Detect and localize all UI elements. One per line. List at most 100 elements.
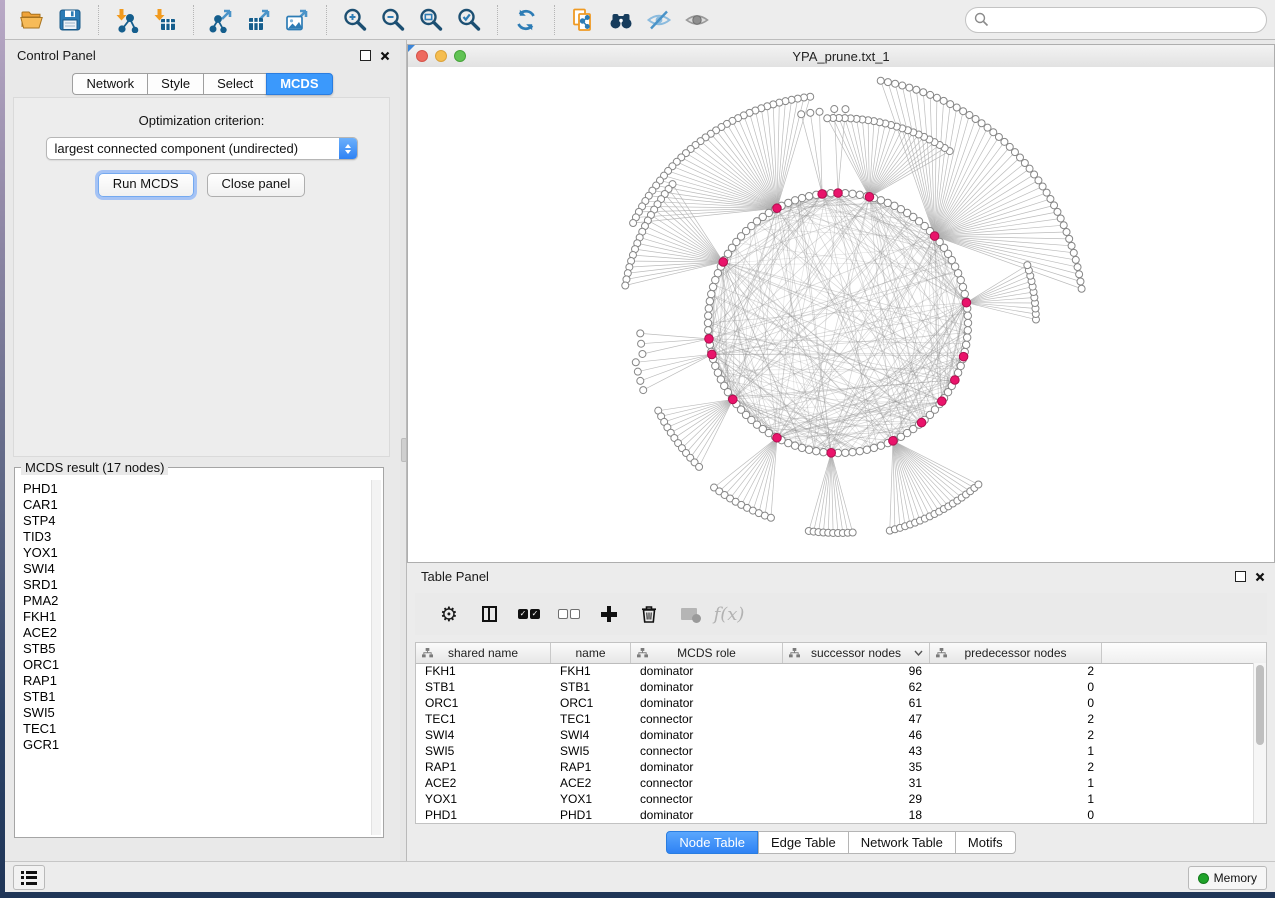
table-row[interactable]: ORC1ORC1dominator610 [416, 695, 1254, 711]
zoom-fit-content-button[interactable] [412, 4, 450, 36]
table-row[interactable]: TEC1TEC1connector472 [416, 711, 1254, 727]
mcds-result-item[interactable]: STB5 [23, 641, 371, 657]
cell-shared-name: TEC1 [416, 712, 551, 726]
tab-motifs[interactable]: Motifs [955, 831, 1016, 854]
mcds-result-scrollbar[interactable] [371, 480, 381, 835]
cell-shared-name: RAP1 [416, 760, 551, 774]
memory-status-icon [1198, 873, 1209, 884]
memory-label: Memory [1214, 871, 1257, 885]
toolbar-separator [326, 5, 327, 35]
table-row[interactable]: FKH1FKH1dominator962 [416, 663, 1254, 679]
close-table-panel-icon[interactable] [1255, 572, 1265, 582]
mcds-result-item[interactable]: PMA2 [23, 593, 371, 609]
columns-icon [482, 606, 497, 622]
vertical-splitter[interactable] [400, 40, 407, 862]
table-scrollbar[interactable] [1253, 663, 1266, 823]
tab-select[interactable]: Select [203, 73, 266, 95]
mcds-result-item[interactable]: SWI5 [23, 705, 371, 721]
add-row-button[interactable] [589, 597, 629, 631]
table-row[interactable]: ACE2ACE2connector311 [416, 775, 1254, 791]
column-header-predecessor-nodes[interactable]: predecessor nodes [930, 643, 1102, 663]
table-row[interactable]: PHD1PHD1dominator180 [416, 807, 1254, 823]
open-file-button[interactable] [13, 4, 51, 36]
column-header-MCDS-role[interactable]: MCDS role [631, 643, 783, 663]
find-button[interactable] [602, 4, 640, 36]
cell-shared-name: SWI5 [416, 744, 551, 758]
control-panel-title: Control Panel [17, 48, 96, 63]
mcds-result-item[interactable]: STB1 [23, 689, 371, 705]
column-header-name[interactable]: name [551, 643, 631, 663]
import-table-from-file-button[interactable] [146, 4, 184, 36]
float-table-panel-icon[interactable] [1235, 571, 1246, 582]
mcds-result-item[interactable]: SRD1 [23, 577, 371, 593]
toolbar-separator [98, 5, 99, 35]
settings-gear-button[interactable]: ⚙ [429, 597, 469, 631]
export-network-button[interactable] [203, 4, 241, 36]
search-box[interactable] [965, 7, 1267, 33]
new-network-from-selection-button[interactable] [564, 4, 602, 36]
mcds-result-item[interactable]: PHD1 [23, 481, 371, 497]
function-builder-button[interactable]: f(x) [709, 597, 749, 631]
zoom-out-button[interactable] [374, 4, 412, 36]
mcds-result-item[interactable]: YOX1 [23, 545, 371, 561]
task-history-button[interactable] [13, 865, 45, 890]
table-row[interactable]: RAP1RAP1dominator352 [416, 759, 1254, 775]
gear-icon: ⚙ [440, 604, 458, 624]
mcds-result-item[interactable]: RAP1 [23, 673, 371, 689]
mcds-result-item[interactable]: ORC1 [23, 657, 371, 673]
table-row[interactable]: YOX1YOX1connector291 [416, 791, 1254, 807]
network-graph[interactable] [408, 67, 1274, 562]
save-session-button[interactable] [51, 4, 89, 36]
float-panel-icon[interactable] [360, 50, 371, 61]
cell-predecessor-nodes: 2 [930, 664, 1102, 678]
export-table-button[interactable] [241, 4, 279, 36]
tab-mcds[interactable]: MCDS [266, 73, 332, 95]
table-row[interactable]: SWI4SWI4dominator462 [416, 727, 1254, 743]
import-network-from-file-button[interactable] [108, 4, 146, 36]
network-titlebar[interactable]: YPA_prune.txt_1 [408, 45, 1274, 68]
mcds-result-item[interactable]: CAR1 [23, 497, 371, 513]
mcds-result-item[interactable]: ACE2 [23, 625, 371, 641]
table-row[interactable]: SWI5SWI5connector431 [416, 743, 1254, 759]
mcds-result-item[interactable]: GCR1 [23, 737, 371, 753]
mcds-result-item[interactable]: TEC1 [23, 721, 371, 737]
column-header-shared-name[interactable]: shared name [416, 643, 551, 663]
cell-MCDS-role: dominator [631, 696, 783, 710]
column-layout-button[interactable] [469, 597, 509, 631]
tab-style[interactable]: Style [147, 73, 203, 95]
network-canvas[interactable] [408, 67, 1274, 562]
tab-network[interactable]: Network [72, 73, 147, 95]
delete-row-button[interactable] [629, 597, 669, 631]
show-graphics-details-button[interactable] [678, 4, 716, 36]
run-mcds-button[interactable]: Run MCDS [98, 173, 194, 197]
search-input[interactable] [995, 11, 1258, 28]
mcds-result-item[interactable]: SWI4 [23, 561, 371, 577]
deselect-all-rows-button[interactable] [549, 597, 589, 631]
scrollbar-thumb[interactable] [1256, 665, 1264, 745]
select-all-rows-button[interactable]: ✓✓ [509, 597, 549, 631]
column-header-successor-nodes[interactable]: successor nodes [783, 643, 930, 663]
tab-edge-table[interactable]: Edge Table [758, 831, 848, 854]
mcds-result-item[interactable]: STP4 [23, 513, 371, 529]
tab-node-table[interactable]: Node Table [666, 831, 758, 854]
close-panel-icon[interactable] [380, 51, 390, 61]
import-table-from-file-icon [152, 7, 178, 33]
criterion-dropdown[interactable]: largest connected component (undirected) [46, 137, 358, 160]
export-image-button[interactable] [279, 4, 317, 36]
cell-successor-nodes: 43 [783, 744, 930, 758]
mcds-result-item[interactable]: FKH1 [23, 609, 371, 625]
refresh-view-button[interactable] [507, 4, 545, 36]
memory-button[interactable]: Memory [1188, 866, 1267, 890]
tab-network-table[interactable]: Network Table [848, 831, 955, 854]
delete-table-button[interactable] [669, 597, 709, 631]
mcds-result-item[interactable]: TID3 [23, 529, 371, 545]
attribute-type-icon [789, 648, 800, 659]
zoom-selected-region-icon [456, 7, 482, 33]
zoom-in-button[interactable] [336, 4, 374, 36]
hide-graphics-details-button[interactable] [640, 4, 678, 36]
hide-graphics-details-icon [646, 7, 672, 33]
table-row[interactable]: STB1STB1dominator620 [416, 679, 1254, 695]
control-panel: Control Panel NetworkStyleSelectMCDS Opt… [5, 40, 400, 862]
zoom-selected-region-button[interactable] [450, 4, 488, 36]
close-panel-button[interactable]: Close panel [207, 173, 306, 197]
